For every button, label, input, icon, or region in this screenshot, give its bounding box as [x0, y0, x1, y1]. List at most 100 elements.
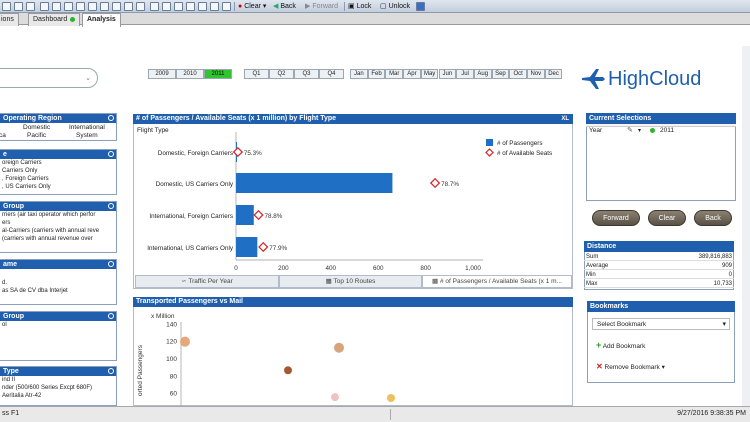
- list-item[interactable]: , Foreign Carriers: [0, 175, 116, 183]
- month-sep[interactable]: Sep: [491, 69, 510, 79]
- listbox-carrier-name[interactable]: ame d. as SA de CV dba Interjet: [0, 259, 117, 305]
- search-icon[interactable]: [108, 151, 114, 157]
- list-item[interactable]: al-Carriers (carriers with annual reve: [0, 227, 116, 235]
- undo-icon[interactable]: [76, 2, 85, 11]
- list-item[interactable]: (carriers with annual revenue over: [0, 235, 116, 243]
- month-jul[interactable]: Jul: [456, 69, 474, 79]
- print-icon[interactable]: [26, 2, 35, 11]
- list-item[interactable]: ind II: [0, 376, 116, 384]
- bookmark-select[interactable]: Select Bookmark ▾: [592, 318, 730, 330]
- listbox-aircraft-type[interactable]: Type ind II nder (500/600 Series Excpt 6…: [0, 366, 117, 406]
- list-item[interactable]: International: [69, 124, 105, 131]
- listbox-carrier-group[interactable]: Group rriers (air taxi operator which pe…: [0, 201, 117, 253]
- layout-icon[interactable]: [64, 2, 73, 11]
- listbox-flight-type[interactable]: e oreign Carriers Carriers Only , Foreig…: [0, 149, 117, 195]
- sheet-icon[interactable]: [162, 2, 171, 11]
- list-item[interactable]: Pacific: [27, 132, 46, 139]
- month-feb[interactable]: Feb: [367, 69, 386, 79]
- list-item[interactable]: Aeritalia Atr-42: [0, 392, 116, 400]
- help-icon[interactable]: [222, 2, 231, 11]
- search-icon[interactable]: [108, 368, 114, 374]
- star-icon[interactable]: [150, 2, 159, 11]
- tab-dashboard[interactable]: Dashboard: [28, 13, 81, 26]
- search-icon[interactable]: [108, 261, 114, 267]
- forward-button[interactable]: ▶ Forward: [305, 1, 338, 12]
- tools-icon[interactable]: [174, 2, 183, 11]
- forward-button[interactable]: Forward: [592, 210, 640, 226]
- redo-icon[interactable]: [88, 2, 97, 11]
- back-button[interactable]: Back: [694, 210, 732, 226]
- month-aug[interactable]: Aug: [473, 69, 492, 79]
- select-icon[interactable]: [112, 2, 121, 11]
- bar-chart[interactable]: Domestic, Foreign Carriers 75.3% Domestic,…: [133, 132, 573, 274]
- month-mar[interactable]: Mar: [385, 69, 404, 79]
- list-item[interactable]: d.: [0, 279, 116, 287]
- list-item[interactable]: rriers (air taxi operator which perfor: [0, 211, 116, 219]
- remove-bookmark-button[interactable]: ✕ Remove Bookmark ▾: [596, 362, 665, 371]
- year-2011[interactable]: 2011: [204, 69, 232, 79]
- tab-top-10-routes[interactable]: ▦ Top 10 Routes: [279, 275, 422, 288]
- quarter-q4[interactable]: Q4: [319, 69, 344, 79]
- listbox-aircraft-group[interactable]: Group ol: [0, 311, 117, 361]
- reload-icon[interactable]: [210, 2, 219, 11]
- month-jan[interactable]: Jan: [350, 69, 368, 79]
- list-item[interactable]: System: [76, 132, 98, 139]
- add-bookmark-button[interactable]: + Add Bookmark: [596, 340, 645, 350]
- available-seats-marker[interactable]: [258, 241, 269, 253]
- month-nov[interactable]: Nov: [527, 69, 545, 79]
- month-jun[interactable]: Jun: [438, 69, 457, 79]
- month-apr[interactable]: Apr: [403, 69, 421, 79]
- month-may[interactable]: May: [420, 69, 439, 79]
- year-2009[interactable]: 2009: [148, 69, 176, 79]
- chart-controls[interactable]: XL: [561, 114, 569, 124]
- month-dec[interactable]: Dec: [544, 69, 563, 79]
- tab-traffic-per-year[interactable]: ∽ Traffic Per Year: [135, 275, 279, 288]
- vertical-scrollbar[interactable]: [742, 46, 750, 406]
- email-icon[interactable]: [52, 2, 61, 11]
- tab-passengers-seats[interactable]: ▩ # of Passengers / Available Seats (x 1…: [422, 275, 572, 288]
- lock-button[interactable]: ▣ Lock: [348, 1, 371, 12]
- grip-icon[interactable]: [416, 2, 425, 11]
- scatter-point[interactable]: [387, 394, 395, 402]
- month-oct[interactable]: Oct: [509, 69, 527, 79]
- passengers-bar[interactable]: [236, 205, 254, 225]
- list-item[interactable]: Carriers Only: [0, 167, 116, 175]
- eraser-icon[interactable]: ✎: [627, 126, 633, 134]
- arrow-icon[interactable]: [136, 2, 145, 11]
- clear-button[interactable]: Clear: [648, 210, 686, 226]
- search-input[interactable]: ⌄: [0, 68, 98, 88]
- scatter-point[interactable]: [180, 336, 190, 347]
- scatter-point[interactable]: [334, 342, 344, 353]
- script-icon[interactable]: [198, 2, 207, 11]
- available-seats-marker[interactable]: [232, 146, 244, 158]
- scatter-point[interactable]: [284, 366, 292, 375]
- save-icon[interactable]: [14, 2, 23, 11]
- quarter-q1[interactable]: Q1: [244, 69, 269, 79]
- open-icon[interactable]: [2, 2, 11, 11]
- list-item[interactable]: nder (500/600 Series Excpt 680F): [0, 384, 116, 392]
- quarter-q3[interactable]: Q3: [294, 69, 319, 79]
- list-item[interactable]: Domestic: [23, 124, 50, 131]
- available-seats-marker[interactable]: [429, 177, 441, 189]
- unlock-button[interactable]: ▢ Unlock: [380, 1, 410, 12]
- chevron-down-icon[interactable]: ▾: [638, 127, 641, 134]
- search-icon[interactable]: [108, 115, 114, 121]
- quarter-q2[interactable]: Q2: [269, 69, 294, 79]
- list-item[interactable]: ers: [0, 219, 116, 227]
- scatter-chart[interactable]: x Million orted Passengers 140 120 100 80 60: [133, 308, 573, 406]
- year-2010[interactable]: 2010: [176, 69, 204, 79]
- edit-icon[interactable]: [186, 2, 195, 11]
- back-button[interactable]: ◀ Back: [273, 1, 296, 12]
- clear-button[interactable]: ● Clear ▾: [238, 1, 266, 12]
- available-seats-marker[interactable]: [253, 209, 264, 221]
- search-icon[interactable]: [100, 2, 109, 11]
- listbox-operating-region[interactable]: Operating Region Domestic International …: [0, 113, 117, 141]
- list-item[interactable]: ol: [0, 321, 116, 329]
- search-icon[interactable]: [108, 313, 114, 319]
- list-item[interactable]: , US Carriers Only: [0, 183, 116, 191]
- export-icon[interactable]: [40, 2, 49, 11]
- list-item[interactable]: oreign Carriers: [0, 159, 116, 167]
- list-item[interactable]: ca: [0, 132, 6, 139]
- tab-ions[interactable]: ions: [0, 13, 19, 26]
- list-item[interactable]: as SA de CV dba Interjet: [0, 287, 116, 295]
